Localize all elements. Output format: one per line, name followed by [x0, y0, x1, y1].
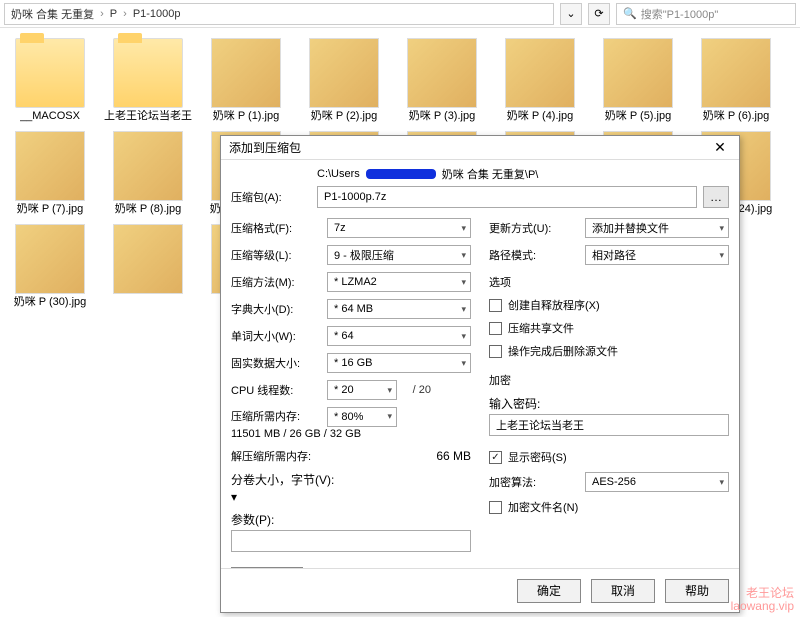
image-thumbnail	[113, 224, 183, 294]
file-item[interactable]: 奶咪 P (30).jpg	[6, 224, 94, 309]
mem-compress-info: 11501 MB / 26 GB / 32 GB	[231, 427, 471, 441]
search-icon: 🔍	[623, 7, 637, 20]
help-button[interactable]: 帮助	[665, 579, 729, 603]
file-label: 奶咪 P (6).jpg	[703, 110, 769, 123]
folder-item[interactable]: 上老王论坛当老王	[104, 38, 192, 123]
file-label: __MACOSX	[20, 110, 80, 123]
chevron-right-icon: ›	[123, 8, 127, 20]
image-thumbnail	[701, 38, 771, 108]
word-select[interactable]: * 64▾	[327, 326, 471, 346]
breadcrumb-seg[interactable]: P	[110, 8, 117, 20]
folder-item[interactable]: __MACOSX	[6, 38, 94, 123]
archive-label: 压缩包(A):	[231, 189, 311, 205]
format-select[interactable]: 7z▾	[327, 218, 471, 238]
mem-pct-select[interactable]: * 80%▾	[327, 407, 397, 427]
file-item[interactable]: 奶咪 P (5).jpg	[594, 38, 682, 123]
file-label: 奶咪 P (30).jpg	[14, 296, 87, 309]
file-label: 上老王论坛当老王	[104, 110, 192, 123]
output-path: C:\Users 奶咪 合集 无重复\P\	[231, 166, 729, 182]
file-item[interactable]: 奶咪 P (8).jpg	[104, 131, 192, 216]
archive-name-input[interactable]	[317, 186, 697, 208]
file-label: 奶咪 P (7).jpg	[17, 203, 83, 216]
ok-button[interactable]: 确定	[517, 579, 581, 603]
show-password-checkbox[interactable]: ✓	[489, 451, 502, 464]
cancel-button[interactable]: 取消	[591, 579, 655, 603]
breadcrumb-seg[interactable]: P1-1000p	[133, 8, 181, 20]
sfx-checkbox[interactable]	[489, 299, 502, 312]
browse-button[interactable]: …	[703, 186, 729, 208]
redacted-segment	[366, 169, 436, 179]
password-input[interactable]	[489, 414, 729, 436]
refresh-button[interactable]: ⟳	[588, 3, 610, 25]
file-item[interactable]: 奶咪 P (1).jpg	[202, 38, 290, 123]
file-label: 奶咪 P (5).jpg	[605, 110, 671, 123]
image-thumbnail	[15, 224, 85, 294]
image-thumbnail	[15, 131, 85, 201]
close-button[interactable]: ✕	[705, 137, 735, 159]
file-label: 奶咪 P (1).jpg	[213, 110, 279, 123]
file-item[interactable]: 奶咪 P (4).jpg	[496, 38, 584, 123]
image-thumbnail	[603, 38, 673, 108]
split-select[interactable]: ▾	[231, 490, 471, 504]
image-thumbnail	[505, 38, 575, 108]
folder-icon	[15, 38, 85, 108]
image-thumbnail	[211, 38, 281, 108]
file-item[interactable]: 奶咪 P (7).jpg	[6, 131, 94, 216]
params-input[interactable]	[231, 530, 471, 552]
breadcrumb-seg[interactable]: 奶咪 合集 无重复	[11, 6, 94, 22]
level-select[interactable]: 9 - 极限压缩▾	[327, 245, 471, 265]
threads-select[interactable]: * 20▾	[327, 380, 397, 400]
file-label: 奶咪 P (2).jpg	[311, 110, 377, 123]
dialog-title: 添加到压缩包	[229, 139, 705, 156]
method-select[interactable]: * LZMA2▾	[327, 272, 471, 292]
image-thumbnail	[407, 38, 477, 108]
path-mode-select[interactable]: 相对路径▾	[585, 245, 729, 265]
shared-checkbox[interactable]	[489, 322, 502, 335]
image-thumbnail	[113, 131, 183, 201]
search-placeholder: 搜索"P1-1000p"	[641, 6, 719, 22]
enc-method-select[interactable]: AES-256▾	[585, 472, 729, 492]
search-input[interactable]: 🔍 搜索"P1-1000p"	[616, 3, 796, 25]
folder-icon	[113, 38, 183, 108]
file-label: 奶咪 P (8).jpg	[115, 203, 181, 216]
file-item[interactable]	[104, 224, 192, 309]
breadcrumb-dropdown[interactable]: ⌄	[560, 3, 582, 25]
dict-select[interactable]: * 64 MB▾	[327, 299, 471, 319]
file-label: 奶咪 P (3).jpg	[409, 110, 475, 123]
chevron-right-icon: ›	[100, 8, 104, 20]
file-label: 奶咪 P (4).jpg	[507, 110, 573, 123]
breadcrumb[interactable]: 奶咪 合集 无重复 › P › P1-1000p	[4, 3, 554, 25]
solid-select[interactable]: * 16 GB▾	[327, 353, 471, 373]
file-item[interactable]: 奶咪 P (6).jpg	[692, 38, 780, 123]
file-item[interactable]: 奶咪 P (3).jpg	[398, 38, 486, 123]
update-mode-select[interactable]: 添加并替换文件▾	[585, 218, 729, 238]
encrypt-names-checkbox[interactable]	[489, 501, 502, 514]
file-item[interactable]: 奶咪 P (2).jpg	[300, 38, 388, 123]
add-to-archive-dialog: 添加到压缩包 ✕ C:\Users 奶咪 合集 无重复\P\ 压缩包(A): ……	[220, 135, 740, 613]
delete-after-checkbox[interactable]	[489, 345, 502, 358]
image-thumbnail	[309, 38, 379, 108]
